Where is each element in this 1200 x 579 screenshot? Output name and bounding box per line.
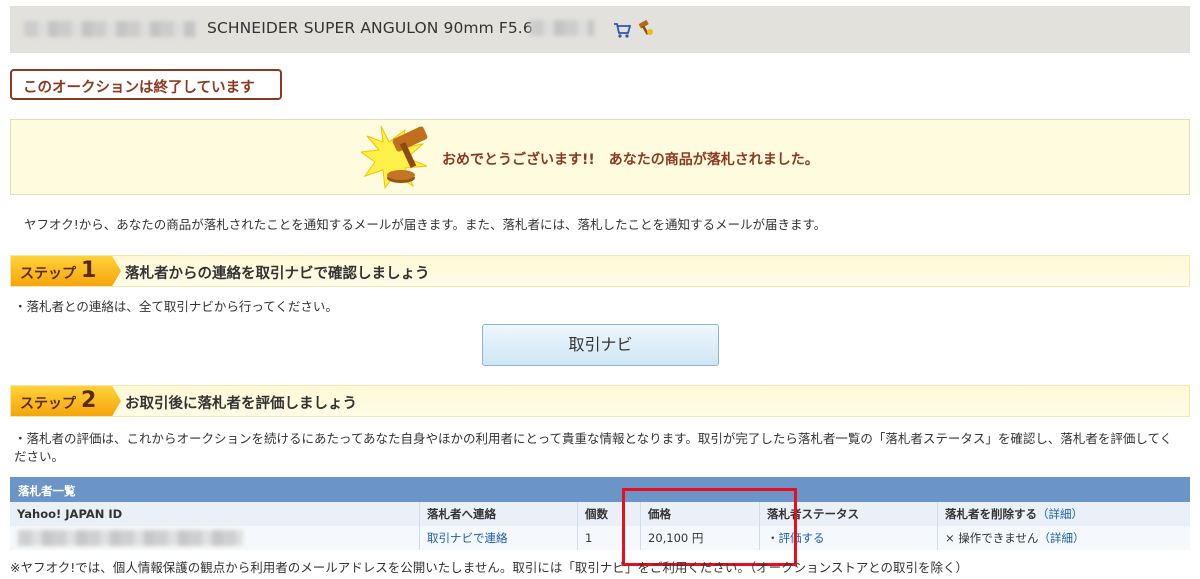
highlight-box [622,488,797,566]
winner-table-title: 落札者一覧 [10,477,1190,502]
redacted-text [530,20,594,36]
contact-cell: 取引ナビで連絡 [419,526,577,550]
step2-title: お取引後に落札者を評価しましょう [125,396,357,412]
congrats-message: おめでとうございます!! あなたの商品が落札されました。 [442,152,819,168]
step1-title: 落札者からの連絡を取引ナビで確認しましょう [125,266,430,282]
delete-details-link[interactable]: （詳細） [1038,531,1084,545]
step-label: ステップ [20,396,76,412]
step-tag: ステップ 1 [11,256,121,286]
col-delete-label: 落札者を削除する [945,507,1037,521]
delete-cell: × 操作できません（詳細） [937,526,1190,550]
contact-via-navi-link[interactable]: 取引ナビで連絡 [427,531,508,545]
footer-note: ※ヤフオク!では、個人情報保護の観点から利用者のメールアドレスを公開いたしません… [10,560,968,575]
col-delete: 落札者を削除する（詳細） [937,502,1190,526]
item-header: SCHNEIDER SUPER ANGULON 90mm F5.6 [10,6,1190,53]
redacted-text [24,21,196,37]
redacted-text [18,530,243,546]
table-row: 取引ナビで連絡 1 20,100 円 ・評価する × 操作できません（詳細） [10,526,1190,550]
col-yahoo-id: Yahoo! JAPAN ID [17,507,123,521]
step-label: ステップ [20,266,76,282]
step1-bar: ステップ 1 落札者からの連絡を取引ナビで確認しましょう [10,255,1190,287]
winner-table-header: Yahoo! JAPAN ID 落札者へ連絡 個数 価格 落札者ステータス 落札… [10,502,1190,526]
col-contact: 落札者へ連絡 [419,502,577,526]
item-title: SCHNEIDER SUPER ANGULON 90mm F5.6 [207,19,533,37]
step1-bullet: ・落札者との連絡は、全て取引ナビから行ってください。 [14,299,338,314]
auction-ended-badge: このオークションは終了しています [10,69,282,100]
torihiki-navi-button[interactable]: 取引ナビ [482,324,719,366]
delete-details-link[interactable]: （詳細） [1037,507,1083,521]
step-number: 2 [81,388,97,413]
delete-status: × 操作できません [945,531,1039,545]
hammer-icon[interactable] [637,19,655,37]
cart-icon[interactable] [613,21,631,39]
congrats-banner: おめでとうございます!! あなたの商品が落札されました。 [10,119,1190,195]
step-tag: ステップ 2 [11,386,121,416]
gavel-burst-icon [361,125,428,190]
winner-id-cell [10,526,419,550]
step-number: 1 [81,258,97,283]
step2-bar: ステップ 2 お取引後に落札者を評価しましょう [10,385,1190,417]
notice-text: ヤフオク!から、あなたの商品が落札されたことを通知するメールが届きます。また、落… [24,217,827,232]
step2-bullet: ・落札者の評価は、これからオークションを続けるにあたってあなた自身やほかの利用者… [14,431,1173,464]
